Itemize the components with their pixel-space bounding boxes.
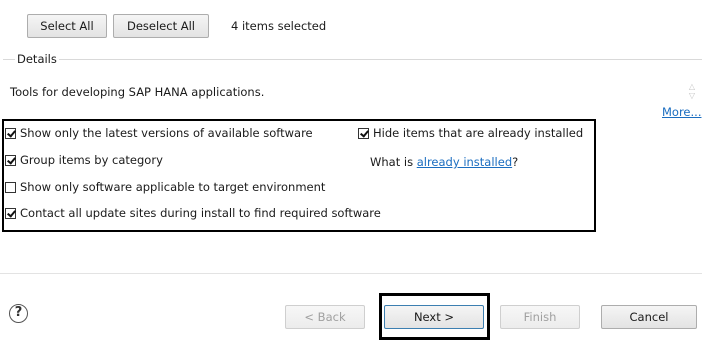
already-installed-line: What is already installed?: [370, 155, 518, 169]
group-by-category-checkbox[interactable]: Group items by category: [5, 153, 163, 167]
help-icon[interactable]: ?: [9, 304, 28, 323]
selected-count-label: 4 items selected: [231, 19, 327, 33]
already-installed-link[interactable]: already installed: [417, 155, 512, 169]
back-button[interactable]: < Back: [285, 305, 365, 329]
checkbox-unchecked-icon[interactable]: [5, 181, 16, 193]
contact-update-sites-label: Contact all update sites during install …: [20, 206, 381, 220]
scroll-down-arrow-icon[interactable]: ▽: [686, 91, 698, 100]
footer-separator: [0, 273, 702, 274]
latest-versions-label: Show only the latest versions of availab…: [20, 126, 313, 140]
target-environment-label: Show only software applicable to target …: [20, 180, 326, 194]
deselect-all-button[interactable]: Deselect All: [113, 14, 209, 38]
checkbox-checked-icon[interactable]: [5, 127, 16, 139]
hide-installed-label: Hide items that are already installed: [373, 126, 584, 140]
details-description: Tools for developing SAP HANA applicatio…: [10, 85, 265, 99]
next-button[interactable]: Next >: [384, 305, 484, 329]
latest-versions-checkbox[interactable]: Show only the latest versions of availab…: [5, 126, 313, 140]
what-is-prefix: What is: [370, 155, 417, 169]
select-all-button[interactable]: Select All: [27, 14, 107, 38]
contact-update-sites-checkbox[interactable]: Contact all update sites during install …: [5, 206, 381, 220]
group-by-category-label: Group items by category: [20, 153, 163, 167]
what-is-suffix: ?: [512, 155, 519, 169]
target-environment-checkbox[interactable]: Show only software applicable to target …: [5, 180, 325, 194]
checkbox-checked-icon[interactable]: [5, 154, 16, 166]
hide-installed-checkbox[interactable]: Hide items that are already installed: [358, 126, 583, 140]
more-link[interactable]: More...: [662, 105, 701, 119]
details-title: Details: [15, 52, 59, 66]
details-group: Details Tools for developing SAP HANA ap…: [3, 52, 702, 125]
checkbox-checked-icon[interactable]: [5, 207, 16, 219]
cancel-button[interactable]: Cancel: [601, 305, 697, 329]
finish-button[interactable]: Finish: [500, 305, 580, 329]
scroll-up-arrow-icon[interactable]: △: [686, 82, 698, 91]
checkbox-checked-icon[interactable]: [358, 127, 369, 139]
